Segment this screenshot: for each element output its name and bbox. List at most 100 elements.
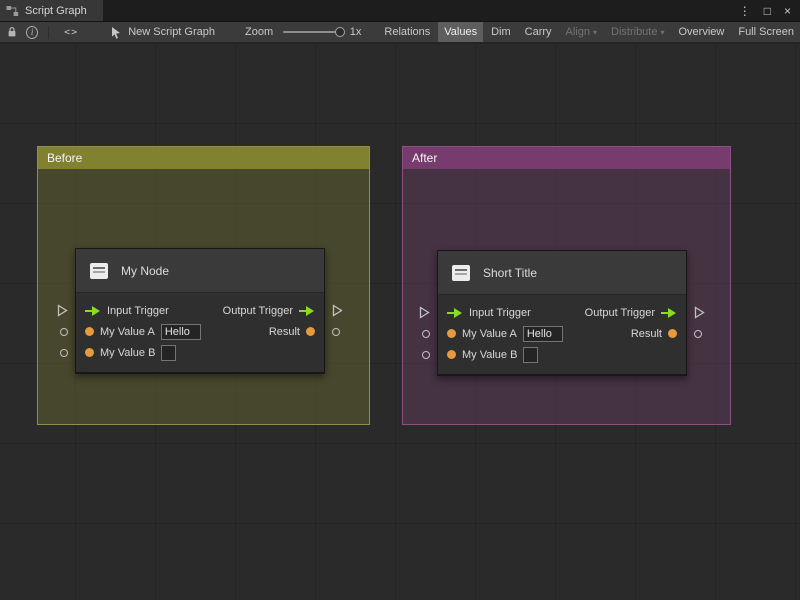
title-bar: Script Graph ⋮ □ ×: [0, 0, 800, 22]
node-my-node[interactable]: My Node Input Trigger Output Trigger: [75, 248, 325, 374]
port-label: My Value A: [462, 328, 517, 340]
hollow-circle-icon: [422, 330, 430, 338]
value-a-port[interactable]: My Value A: [447, 326, 563, 342]
group-before-header[interactable]: Before: [38, 147, 369, 169]
graph-canvas[interactable]: Before After My Node: [0, 43, 800, 600]
value-b-input[interactable]: [161, 345, 176, 361]
node-header[interactable]: Short Title: [438, 251, 686, 295]
port-label: Result: [631, 328, 662, 340]
info-icon: i: [31, 27, 34, 37]
values-button[interactable]: Values: [438, 22, 483, 43]
flow-arrow-icon: [447, 308, 463, 318]
align-label: Align: [566, 26, 590, 38]
input-trigger-port[interactable]: Input Trigger: [85, 305, 169, 317]
lock-button[interactable]: [7, 26, 17, 38]
port-label: Result: [269, 326, 300, 338]
script-graph-icon: [6, 5, 19, 17]
window-controls: ⋮ □ ×: [739, 0, 800, 21]
result-port[interactable]: Result: [269, 326, 315, 338]
zoom-slider[interactable]: [283, 31, 341, 33]
value-port-icon[interactable]: [85, 327, 94, 336]
node-title: My Node: [121, 264, 169, 278]
script-graph-window: Script Graph ⋮ □ × i <> New Script Graph: [0, 0, 800, 600]
output-trigger-port[interactable]: Output Trigger: [585, 307, 677, 319]
value-b-input[interactable]: [523, 347, 538, 363]
hollow-circle-icon: [332, 328, 340, 336]
result-port[interactable]: Result: [631, 328, 677, 340]
hollow-triangle-icon: [694, 306, 705, 319]
unit-icon: [88, 260, 110, 282]
tab-script-graph[interactable]: Script Graph: [0, 0, 103, 21]
window-menu-icon[interactable]: ⋮: [739, 4, 751, 18]
overview-button[interactable]: Overview: [673, 22, 731, 43]
hollow-triangle-icon: [57, 304, 68, 317]
edge-input-trigger-connector[interactable]: [57, 304, 68, 317]
port-row: My Value A Result: [76, 321, 324, 342]
close-icon[interactable]: ×: [784, 4, 791, 18]
lock-icon: [7, 26, 17, 38]
value-a-input[interactable]: [523, 326, 563, 342]
edge-value-a-connector[interactable]: [60, 328, 68, 336]
flow-arrow-icon: [85, 306, 101, 316]
hollow-circle-icon: [60, 328, 68, 336]
edge-output-trigger-connector[interactable]: [694, 306, 705, 319]
output-trigger-port[interactable]: Output Trigger: [223, 305, 315, 317]
align-button[interactable]: Align ▾: [560, 22, 603, 43]
value-port-icon[interactable]: [85, 348, 94, 357]
value-port-icon[interactable]: [306, 327, 315, 336]
dim-button[interactable]: Dim: [485, 22, 517, 43]
node-body: Input Trigger Output Trigger My Value A: [76, 293, 324, 372]
node-short-title[interactable]: Short Title Input Trigger Output Trigger: [437, 250, 687, 376]
value-a-port[interactable]: My Value A: [85, 324, 201, 340]
hollow-circle-icon: [694, 330, 702, 338]
group-after-header[interactable]: After: [403, 147, 730, 169]
edge-value-a-connector[interactable]: [422, 330, 430, 338]
port-label: My Value B: [100, 347, 155, 359]
carry-button[interactable]: Carry: [519, 22, 558, 43]
hollow-triangle-icon: [419, 306, 430, 319]
port-label: My Value A: [100, 326, 155, 338]
edge-input-trigger-connector[interactable]: [419, 306, 430, 319]
port-label: My Value B: [462, 349, 517, 361]
port-row: My Value A Result: [438, 323, 686, 344]
input-trigger-port[interactable]: Input Trigger: [447, 307, 531, 319]
port-label: Output Trigger: [585, 307, 655, 319]
unit-icon: [450, 262, 472, 284]
chevron-down-icon: ▾: [593, 28, 597, 37]
zoom-label: Zoom: [245, 26, 273, 38]
value-port-icon[interactable]: [447, 329, 456, 338]
code-icon: <>: [64, 27, 78, 38]
edge-result-connector[interactable]: [694, 330, 702, 338]
value-port-icon[interactable]: [668, 329, 677, 338]
value-b-port[interactable]: My Value B: [85, 345, 176, 361]
flow-arrow-icon: [661, 308, 677, 318]
node-body: Input Trigger Output Trigger My Value A: [438, 295, 686, 374]
hollow-circle-icon: [60, 349, 68, 357]
edge-result-connector[interactable]: [332, 328, 340, 336]
distribute-button[interactable]: Distribute ▾: [605, 22, 670, 43]
edge-output-trigger-connector[interactable]: [332, 304, 343, 317]
port-label: Output Trigger: [223, 305, 293, 317]
port-row: Input Trigger Output Trigger: [76, 300, 324, 321]
edge-value-b-connector[interactable]: [422, 351, 430, 359]
edge-value-b-connector[interactable]: [60, 349, 68, 357]
value-port-icon[interactable]: [447, 350, 456, 359]
distribute-label: Distribute: [611, 26, 657, 38]
zoom-slider-knob[interactable]: [335, 27, 345, 37]
port-label: Input Trigger: [469, 307, 531, 319]
toolbar-separator: [48, 26, 49, 39]
value-a-input[interactable]: [161, 324, 201, 340]
graph-toolbar: i <> New Script Graph Zoom 1x Relations …: [0, 22, 800, 43]
port-row: Input Trigger Output Trigger: [438, 302, 686, 323]
node-header[interactable]: My Node: [76, 249, 324, 293]
info-button[interactable]: i: [26, 26, 38, 39]
fullscreen-button[interactable]: Full Screen: [732, 22, 800, 43]
code-preview-button[interactable]: <>: [64, 27, 78, 38]
zoom-value: 1x: [350, 26, 362, 38]
chevron-down-icon: ▾: [660, 28, 664, 37]
port-label: Input Trigger: [107, 305, 169, 317]
value-b-port[interactable]: My Value B: [447, 347, 538, 363]
graph-breadcrumb[interactable]: New Script Graph: [110, 26, 215, 39]
maximize-icon[interactable]: □: [764, 4, 771, 18]
relations-button[interactable]: Relations: [378, 22, 436, 43]
